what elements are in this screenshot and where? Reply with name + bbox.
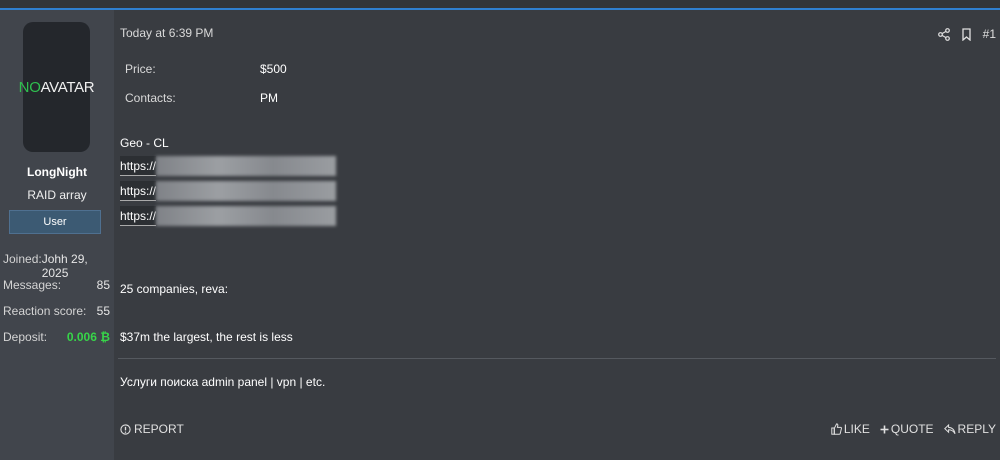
stat-reaction-score: Reaction score: 55 [3, 304, 110, 318]
stat-joined: Joined: Johh 29, 2025 [3, 252, 110, 280]
like-button[interactable]: LIKE [831, 422, 870, 436]
reply-button[interactable]: REPLY [943, 422, 996, 436]
report-label: REPORT [134, 422, 184, 436]
redacted-link[interactable]: https:// [120, 181, 336, 201]
reply-icon [943, 423, 956, 435]
user-signature: Услуги поиска admin panel | vpn | etc. [120, 375, 326, 389]
price-value: $500 [260, 62, 287, 76]
post-timestamp[interactable]: Today at 6:39 PM [120, 26, 213, 40]
stat-messages: Messages: 85 [3, 278, 110, 292]
redacted-link[interactable]: https:// [120, 156, 336, 176]
share-icon[interactable] [937, 27, 950, 41]
geo-text: Geo - CL [120, 136, 169, 150]
contacts-label: Contacts: [125, 91, 176, 105]
stat-label: Messages: [3, 278, 62, 292]
stat-label: Reaction score: [3, 304, 87, 318]
stat-value: 55 [96, 304, 110, 318]
stat-label: Deposit: [3, 330, 48, 344]
stat-value: 85 [96, 278, 110, 292]
quote-button[interactable]: QUOTE [880, 422, 934, 436]
like-label: LIKE [843, 422, 870, 436]
stat-deposit: Deposit: 0.006 ₿ [3, 330, 110, 344]
companies-text: 25 companies, reva: [120, 282, 229, 296]
signature-divider [118, 358, 996, 359]
user-sidebar: NO AVATAR LongNight RAID array User Joine… [0, 10, 114, 460]
blurred-url [156, 181, 336, 201]
avatar-text-avatar: AVATAR [40, 78, 95, 96]
thumbs-up-icon [831, 423, 842, 435]
quote-label: QUOTE [890, 422, 934, 436]
user-title: RAID array [27, 188, 87, 202]
user-role-badge: User [9, 210, 101, 234]
username[interactable]: LongNight [0, 165, 114, 179]
post-actions: LIKE QUOTE REPLY [831, 422, 996, 436]
post-number[interactable]: #1 [983, 27, 996, 41]
link-prefix: https:// [120, 156, 157, 176]
contacts-value: PM [260, 91, 278, 105]
post-top-actions: #1 [937, 27, 996, 41]
link-prefix: https:// [120, 206, 157, 226]
largest-text: $37m the largest, the rest is less [120, 330, 293, 344]
report-icon [120, 423, 131, 435]
blurred-url [156, 206, 336, 226]
stat-value: Johh 29, 2025 [41, 252, 88, 280]
avatar[interactable]: NO AVATAR [19, 22, 95, 152]
stat-value: 0.006 ₿ [66, 330, 110, 344]
top-accent-bar [0, 0, 1000, 10]
bookmark-icon[interactable] [961, 27, 971, 41]
blurred-url [156, 156, 336, 176]
plus-icon [880, 425, 889, 434]
post-body: Today at 6:39 PM #1 Price: $500 Contacts… [114, 10, 1000, 460]
stat-label: Joined: [3, 252, 42, 266]
price-label: Price: [125, 62, 156, 76]
link-prefix: https:// [120, 181, 157, 201]
redacted-link[interactable]: https:// [120, 206, 336, 226]
avatar-text-no: NO [18, 78, 41, 96]
report-button[interactable]: REPORT [120, 422, 184, 436]
reply-label: REPLY [957, 422, 996, 436]
